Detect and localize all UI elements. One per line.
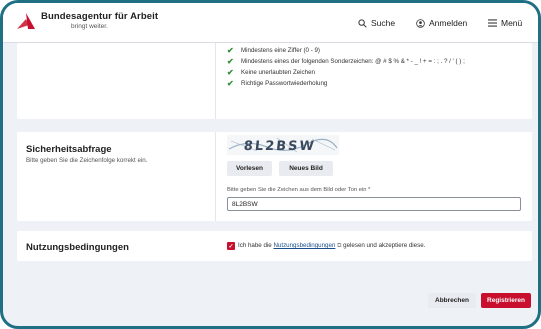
read-aloud-button[interactable]: Vorlesen [227,161,272,176]
checkmark-icon: ✔ [227,68,234,77]
brand-name[interactable]: Bundesagentur für Arbeit [41,11,158,22]
search-icon [358,18,367,28]
terms-text-after: gelesen und akzeptiere diese. [343,242,426,249]
register-button[interactable]: Registrieren [481,293,531,308]
captcha-field-label: Bitte geben Sie die Zeichen aus dem Bild… [227,187,371,193]
ba-logo-icon[interactable] [17,13,35,29]
security-title: Sicherheitsabfrage [26,144,112,155]
terms-checkbox[interactable]: ✓ [227,242,235,250]
search-label: Suche [371,18,396,28]
terms-card: Nutzungsbedingungen ✓ Ich habe die Nutzu… [17,231,532,261]
hamburger-icon [488,19,497,27]
password-requirements-list: ✔ Mindestens eine Ziffer (0 - 9) ✔ Minde… [227,43,465,89]
menu-button[interactable]: Menü [488,18,522,28]
cancel-button[interactable]: Abbrechen [428,293,476,308]
captcha-text: 8L2BSW [243,139,316,154]
new-image-button[interactable]: Neues Bild [279,161,333,176]
password-requirements-card: ✔ Mindestens eine Ziffer (0 - 9) ✔ Minde… [17,43,532,119]
browser-frame: Bundesagentur für Arbeit bringt weiter. … [0,0,541,329]
terms-text: Ich habe die Nutzungsbedingungen ⧉ geles… [238,242,425,250]
requirement-item: ✔ Keine unerlaubten Zeichen [227,67,465,78]
captcha-input[interactable] [227,197,521,211]
menu-label: Menü [501,18,523,28]
terms-title: Nutzungsbedingungen [26,242,129,253]
top-navigation-bar: Bundesagentur für Arbeit bringt weiter. … [3,3,538,43]
login-button[interactable]: Anmelden [416,18,467,28]
requirement-text: Keine unerlaubten Zeichen [241,69,315,76]
security-check-card: Sicherheitsabfrage Bitte geben Sie die Z… [17,132,532,221]
terms-text-before: Ich habe die [238,242,272,249]
checkmark-icon: ✔ [227,57,234,66]
requirement-item: ✔ Richtige Passwortwiederholung [227,78,465,89]
checkmark-icon: ✔ [227,46,234,55]
requirement-text: Mindestens eine Ziffer (0 - 9) [241,47,320,54]
external-link-icon: ⧉ [337,243,342,249]
requirement-text: Mindestens eines der folgenden Sonderzei… [241,58,465,65]
user-icon [416,18,425,28]
checkmark-icon: ✔ [227,79,234,88]
login-label: Anmelden [429,18,468,28]
checkbox-check-icon: ✓ [228,243,234,250]
security-subtitle: Bitte geben Sie die Zeichenfolge korrekt… [26,157,148,164]
card-divider [215,43,216,119]
captcha-image: 8L2BSW [227,135,339,155]
terms-link[interactable]: Nutzungsbedingungen [273,242,335,249]
search-button[interactable]: Suche [358,18,395,28]
card-divider [215,132,216,221]
brand-tagline: bringt weiter. [71,23,108,30]
requirement-text: Richtige Passwortwiederholung [241,80,328,87]
requirement-item: ✔ Mindestens eines der folgenden Sonderz… [227,56,465,67]
requirement-item: ✔ Mindestens eine Ziffer (0 - 9) [227,45,465,56]
